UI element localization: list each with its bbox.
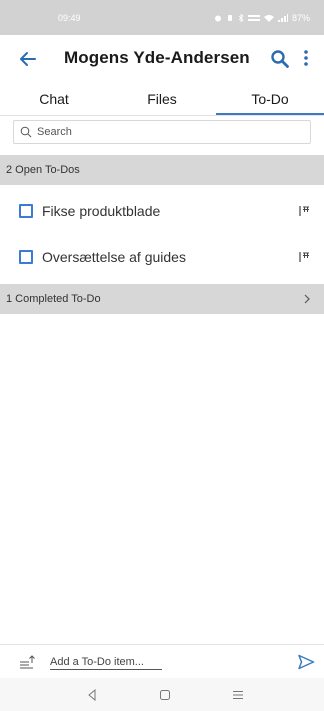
conversation-header: Mogens Yde-Andersen	[0, 35, 324, 83]
status-bar: 09:49 87%	[0, 0, 324, 35]
todo-label: Fikse produktblade	[42, 203, 161, 219]
status-time: 09:49	[58, 12, 81, 23]
search-small-icon	[20, 126, 32, 138]
nav-home-icon[interactable]	[159, 689, 171, 701]
list-item[interactable]: Oversættelse af guides	[0, 235, 324, 279]
tab-divider	[0, 115, 324, 116]
page-title: Mogens Yde-Andersen	[64, 48, 250, 67]
open-todos-label: 2 Open To-Dos	[6, 164, 80, 176]
bluetooth-icon	[238, 13, 244, 22]
tab-chat[interactable]: Chat	[0, 83, 108, 115]
more-options-icon[interactable]	[302, 48, 310, 68]
assign-flag-icon[interactable]	[298, 205, 312, 217]
send-icon[interactable]	[297, 654, 315, 670]
completed-todos-header[interactable]: 1 Completed To-Do	[0, 284, 324, 314]
battery-level: 87%	[291, 12, 310, 23]
nav-recents-icon[interactable]	[232, 689, 244, 701]
tab-todo[interactable]: To-Do	[216, 83, 324, 115]
tab-files[interactable]: Files	[108, 83, 216, 115]
system-nav-bar	[0, 678, 324, 711]
signal-icon	[277, 13, 288, 22]
assign-flag-icon[interactable]	[298, 251, 312, 263]
open-todos-header: 2 Open To-Dos	[0, 155, 324, 185]
nav-back-icon[interactable]	[86, 689, 98, 701]
search-field[interactable]	[13, 120, 311, 144]
data-speed-icon	[247, 14, 260, 21]
list-item[interactable]: Fikse produktblade	[0, 189, 324, 233]
search-icon[interactable]	[270, 49, 290, 69]
status-icons: 87%	[214, 13, 310, 23]
add-todo-icon[interactable]	[19, 654, 37, 670]
search-input[interactable]	[37, 126, 287, 138]
alarm-icon	[214, 15, 221, 21]
completed-todos-label: 1 Completed To-Do	[6, 293, 101, 305]
back-arrow-icon[interactable]	[17, 48, 39, 70]
vibrate-icon	[227, 14, 232, 21]
add-todo-input[interactable]	[50, 654, 162, 670]
todo-checkbox[interactable]	[19, 204, 33, 218]
tab-bar: Chat Files To-Do	[0, 83, 324, 115]
add-todo-bar	[0, 644, 324, 678]
chevron-right-icon	[304, 294, 310, 304]
todo-checkbox[interactable]	[19, 250, 33, 264]
todo-label: Oversættelse af guides	[42, 249, 186, 265]
wifi-icon	[263, 14, 274, 22]
